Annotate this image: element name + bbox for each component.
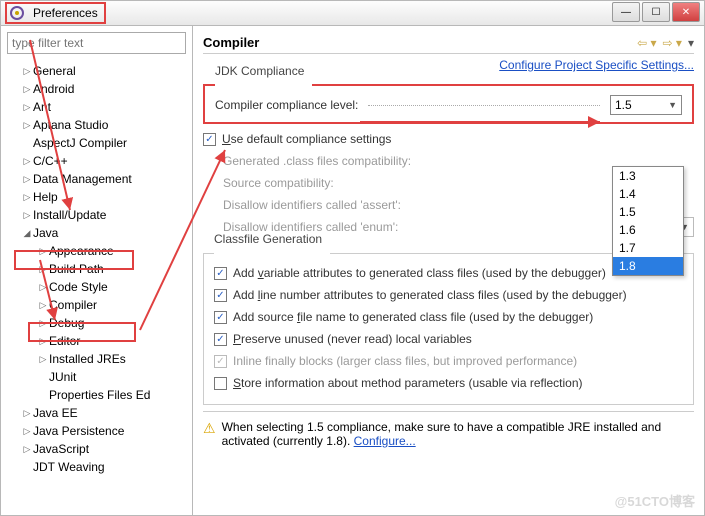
- dropdown-option-1-7[interactable]: 1.7: [613, 239, 683, 257]
- tree-item-javascript[interactable]: ▷JavaScript: [1, 440, 192, 458]
- tree-item-java-ee[interactable]: ▷Java EE: [1, 404, 192, 422]
- jdk-compliance-group: JDK Compliance Compiler compliance level…: [203, 78, 694, 124]
- forward-icon[interactable]: ⇨ ▾: [663, 36, 682, 50]
- dropdown-option-1-4[interactable]: 1.4: [613, 185, 683, 203]
- tree-item-properties-files-ed[interactable]: Properties Files Ed: [1, 386, 192, 404]
- cf-opt2-checkbox[interactable]: ✓: [214, 289, 227, 302]
- tree-item-build-path[interactable]: ▷Build Path: [1, 260, 192, 278]
- dropdown-option-1-3[interactable]: 1.3: [613, 167, 683, 185]
- cf-opt1-checkbox[interactable]: ✓: [214, 267, 227, 280]
- app-icon: [9, 5, 25, 21]
- cf-opt4-label[interactable]: Preserve unused (never read) local varia…: [233, 332, 472, 346]
- disallow-assert-label: Disallow identifiers called 'assert':: [223, 198, 401, 212]
- tree-item-aspectj-compiler[interactable]: AspectJ Compiler: [1, 134, 192, 152]
- header: Compiler ⇦ ▾ ⇨ ▾ ▾: [203, 32, 694, 54]
- tree-item-installed-jres[interactable]: ▷Installed JREs: [1, 350, 192, 368]
- maximize-button[interactable]: ☐: [642, 2, 670, 22]
- cf-opt3-checkbox[interactable]: ✓: [214, 311, 227, 324]
- tree-item-ant[interactable]: ▷Ant: [1, 98, 192, 116]
- warning-icon: ⚠: [203, 420, 216, 448]
- chevron-down-icon: ▼: [668, 100, 677, 110]
- use-default-row: ✓ Use default compliance settings: [203, 128, 694, 150]
- tree-item-android[interactable]: ▷Android: [1, 80, 192, 98]
- cf-opt4-checkbox[interactable]: ✓: [214, 333, 227, 346]
- content: ▷General▷Android▷Ant▷Aptana StudioAspect…: [0, 26, 705, 516]
- classfile-legend: Classfile Generation: [210, 232, 326, 246]
- nav-icons: ⇦ ▾ ⇨ ▾ ▾: [637, 36, 694, 50]
- configure-project-link[interactable]: Configure Project Specific Settings...: [499, 58, 694, 72]
- jdk-group-legend: JDK Compliance: [211, 64, 308, 78]
- cf-opt3-label[interactable]: Add source file name to generated class …: [233, 310, 593, 324]
- tree-item-editor[interactable]: ▷Editor: [1, 332, 192, 350]
- cf-opt5-label: Inline finally blocks (larger class file…: [233, 354, 577, 368]
- minimize-button[interactable]: —: [612, 2, 640, 22]
- use-default-checkbox[interactable]: ✓: [203, 133, 216, 146]
- back-icon[interactable]: ⇦ ▾: [637, 36, 656, 50]
- dropdown-option-1-8[interactable]: 1.8: [613, 257, 683, 275]
- dropdown-option-1-5[interactable]: 1.5: [613, 203, 683, 221]
- sidebar: ▷General▷Android▷Ant▷Aptana StudioAspect…: [1, 26, 193, 515]
- tree-item-jdt-weaving[interactable]: JDT Weaving: [1, 458, 192, 476]
- leader-line: [368, 105, 600, 106]
- filter-input[interactable]: [7, 32, 186, 54]
- dropdown-option-1-6[interactable]: 1.6: [613, 221, 683, 239]
- preferences-tree[interactable]: ▷General▷Android▷Ant▷Aptana StudioAspect…: [1, 60, 192, 515]
- compliance-level-label: Compiler compliance level:: [215, 98, 358, 112]
- tree-item-c-c-[interactable]: ▷C/C++: [1, 152, 192, 170]
- page-title: Compiler: [203, 35, 259, 50]
- cf-opt2-label[interactable]: Add line number attributes to generated …: [233, 288, 627, 302]
- cf-opt6-label[interactable]: Store information about method parameter…: [233, 376, 583, 390]
- main-panel: Compiler ⇦ ▾ ⇨ ▾ ▾ Configure Project Spe…: [193, 26, 704, 515]
- tree-item-java[interactable]: ◢Java: [1, 224, 192, 242]
- window-controls: — ☐ ✕: [612, 2, 700, 22]
- warning-text: When selecting 1.5 compliance, make sure…: [222, 420, 694, 448]
- src-compat-label: Source compatibility:: [223, 176, 334, 190]
- gen-class-label: Generated .class files compatibility:: [223, 154, 411, 168]
- menu-icon[interactable]: ▾: [688, 36, 694, 50]
- compliance-level-value: 1.5: [615, 98, 632, 112]
- compliance-dropdown[interactable]: 1.31.41.51.61.71.8: [612, 166, 684, 276]
- tree-item-install-update[interactable]: ▷Install/Update: [1, 206, 192, 224]
- tree-item-help[interactable]: ▷Help: [1, 188, 192, 206]
- close-button[interactable]: ✕: [672, 2, 700, 22]
- window-title-box: Preferences: [5, 2, 106, 24]
- tree-item-debug[interactable]: ▷Debug: [1, 314, 192, 332]
- window-title: Preferences: [33, 6, 98, 20]
- use-default-label[interactable]: Use default compliance settings: [222, 132, 391, 146]
- cf-opt6-checkbox[interactable]: [214, 377, 227, 390]
- warning-row: ⚠ When selecting 1.5 compliance, make su…: [203, 411, 694, 448]
- configure-jre-link[interactable]: Configure...: [354, 434, 416, 448]
- tree-item-compiler[interactable]: ▷Compiler: [1, 296, 192, 314]
- tree-item-code-style[interactable]: ▷Code Style: [1, 278, 192, 296]
- cf-opt5-checkbox: ✓: [214, 355, 227, 368]
- tree-item-aptana-studio[interactable]: ▷Aptana Studio: [1, 116, 192, 134]
- tree-item-data-management[interactable]: ▷Data Management: [1, 170, 192, 188]
- cf-opt1-label[interactable]: Add variable attributes to generated cla…: [233, 266, 606, 280]
- titlebar: Preferences — ☐ ✕: [0, 0, 705, 26]
- tree-item-junit[interactable]: JUnit: [1, 368, 192, 386]
- tree-item-general[interactable]: ▷General: [1, 62, 192, 80]
- tree-item-java-persistence[interactable]: ▷Java Persistence: [1, 422, 192, 440]
- compliance-level-combo[interactable]: 1.5 ▼: [610, 95, 682, 115]
- tree-item-appearance[interactable]: ▷Appearance: [1, 242, 192, 260]
